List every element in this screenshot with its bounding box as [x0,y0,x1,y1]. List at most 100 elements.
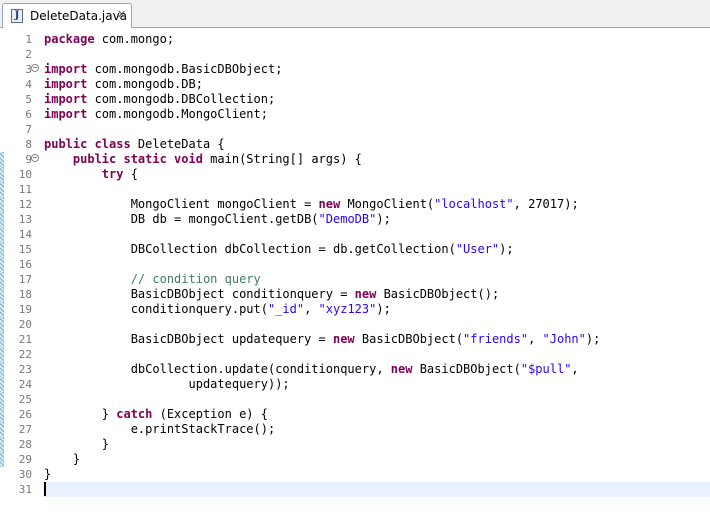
line-number: 6 [25,108,32,121]
line-number: 22 [18,348,32,361]
line-number: 31 [18,483,32,496]
line-number: 26 [18,408,32,421]
code-token: com.mongo; [94,32,175,46]
keyword-token: import [44,107,88,121]
line-number: 27 [18,423,32,436]
code-token: ); [585,332,601,346]
comment-token: // condition query [44,272,261,286]
code-line: 12 MongoClient mongoClient = new MongoCl… [0,197,710,212]
code-line: 28 } [0,437,710,452]
code-text[interactable]: DBCollection dbCollection = db.getCollec… [44,242,514,257]
code-text[interactable]: // condition query [44,272,261,287]
line-number: 5 [25,93,32,106]
code-text[interactable]: } catch (Exception e) { [44,407,268,422]
code-line: 15 DBCollection dbCollection = db.getCol… [0,242,710,257]
java-file-icon: J [11,9,23,23]
line-number: 23 [18,363,32,376]
line-number: 15 [18,243,32,256]
code-text[interactable]: BasicDBObject updatequery = new BasicDBO… [44,332,601,347]
keyword-token: new [318,197,341,211]
code-token: MongoClient( [340,197,435,211]
line-number: 13 [18,213,32,226]
keyword-token: new [354,287,377,301]
editor-tab-bar: J DeleteData.java ✕ [0,0,710,28]
string-token: "localhost" [434,197,514,211]
code-token: } [44,467,52,481]
string-token: "friends" [463,332,529,346]
code-token: BasicDBObject( [354,332,464,346]
code-text[interactable]: } [44,467,51,482]
code-token: DB db = mongoClient.getDB( [44,212,319,226]
code-text[interactable]: import com.mongodb.DB; [44,77,203,92]
string-token: "_id" [267,302,305,316]
keyword-token: new [390,362,413,376]
code-editor[interactable]: 1 package com.mongo; 2 3− import com.mongodb… [0,28,710,528]
string-token: "DemoDB" [318,212,377,226]
code-line: 20 [0,317,710,332]
code-text[interactable]: conditionquery.put("_id", "xyz123"); [44,302,391,317]
line-number: 21 [18,333,32,346]
code-line: 8 public class DeleteData { [0,137,710,152]
code-token: } [44,437,110,451]
code-line: 9− public static void main(String[] args… [0,152,710,167]
code-token: } [44,407,117,421]
keyword-token: package [44,32,95,46]
line-number: 16 [18,258,32,271]
code-text[interactable]: BasicDBObject conditionquery = new Basic… [44,287,500,302]
code-line: 25 [0,392,710,407]
line-number: 30 [18,468,32,481]
close-icon[interactable]: ✕ [117,8,126,21]
text-caret [44,482,46,496]
code-text[interactable]: DB db = mongoClient.getDB("DemoDB"); [44,212,391,227]
code-token: conditionquery.put( [44,302,268,316]
tab-delete-data-java[interactable]: J DeleteData.java ✕ [2,3,132,28]
code-token: com.mongodb.DB; [87,77,203,91]
code-line: 26 } catch (Exception e) { [0,407,710,422]
line-number: 11 [18,183,32,196]
code-text[interactable]: package com.mongo; [44,32,174,47]
line-number: 24 [18,378,32,391]
code-token: ); [376,212,391,226]
code-text[interactable]: public class DeleteData { [44,137,225,152]
code-text[interactable]: e.printStackTrace(); [44,422,276,437]
code-text[interactable]: MongoClient mongoClient = new MongoClien… [44,197,579,212]
code-line: 4 import com.mongodb.DB; [0,77,710,92]
string-token: "xyz123" [318,302,377,316]
string-token: "John" [542,332,586,346]
code-text[interactable]: import com.mongodb.DBCollection; [44,92,275,107]
keyword-token: import [44,92,88,106]
fold-toggle-icon[interactable]: − [31,64,39,72]
code-text[interactable]: updatequery)); [44,377,290,392]
code-line: 6 import com.mongodb.MongoClient; [0,107,710,122]
keyword-token: public class [44,137,131,151]
code-text[interactable]: public static void main(String[] args) { [44,152,362,167]
keyword-token: catch [116,407,153,421]
code-token: ); [499,242,514,256]
code-line: 2 [0,47,710,62]
line-number: 28 [18,438,32,451]
string-token: "$pull" [520,362,572,376]
code-line: 5 import com.mongodb.DBCollection; [0,92,710,107]
code-token: DeleteData { [130,137,225,151]
code-text[interactable]: dbCollection.update(conditionquery, new … [44,362,579,377]
line-number: 7 [25,123,32,136]
code-text[interactable]: import com.mongodb.BasicDBObject; [44,62,282,77]
fold-toggle-icon[interactable]: − [31,154,39,162]
line-number: 4 [25,78,32,91]
line-number: 10 [18,168,32,181]
code-token: updatequery)); [44,377,290,391]
code-line: 23 dbCollection.update(conditionquery, n… [0,362,710,377]
keyword-token: new [332,332,355,346]
line-number: 25 [18,393,32,406]
code-line: 17 // condition query [0,272,710,287]
code-text[interactable]: import com.mongodb.MongoClient; [44,107,268,122]
code-token: BasicDBObject(); [376,287,500,301]
code-text[interactable]: } [44,452,80,467]
line-number: 9 [25,153,32,166]
line-number: 19 [18,303,32,316]
code-text[interactable]: try { [44,167,138,182]
code-token: , [528,332,543,346]
code-line: 19 conditionquery.put("_id", "xyz123"); [0,302,710,317]
code-line: 24 updatequery)); [0,377,710,392]
code-text[interactable]: } [44,437,109,452]
